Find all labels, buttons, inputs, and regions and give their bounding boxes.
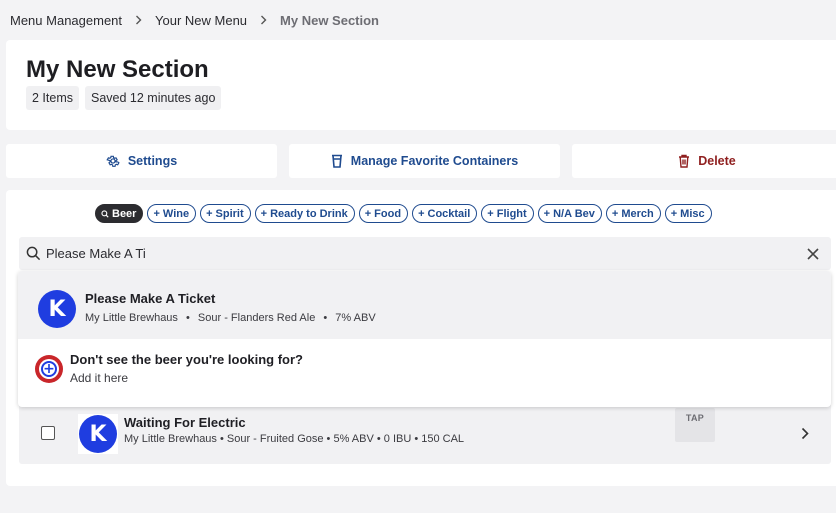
add-beer-row[interactable] <box>18 339 831 407</box>
logo-circle: K <box>79 415 117 453</box>
result-title: Please Make A Ticket <box>85 291 216 306</box>
chevron-right-icon <box>260 15 267 25</box>
chip-flight[interactable]: + Flight <box>481 204 534 223</box>
meta-row: 2 Items Saved 12 minutes ago <box>26 86 222 110</box>
tap-badge: TAP <box>675 408 715 442</box>
header-card: My New Section 2 Items Saved 12 minutes … <box>6 40 836 130</box>
chip-label: N/A Bev <box>553 207 595 220</box>
search-input[interactable] <box>46 237 786 270</box>
breadcrumb-menu-management[interactable]: Menu Management <box>10 13 122 28</box>
gear-icon <box>106 155 120 167</box>
manage-containers-button[interactable]: Manage Favorite Containers <box>289 144 560 178</box>
chip-label: Spirit <box>215 207 244 220</box>
manage-containers-label: Manage Favorite Containers <box>350 154 519 168</box>
delete-label: Delete <box>698 154 736 168</box>
chip-spirit[interactable]: + Spirit <box>200 204 251 223</box>
saved-status-badge: Saved 12 minutes ago <box>85 86 222 110</box>
result-brewery: My Little Brewhaus <box>85 312 178 324</box>
add-beer-link[interactable]: Add it here <box>70 371 128 385</box>
category-chips: Beer + Wine + Spirit + Ready to Drink + Food… <box>95 204 712 223</box>
breadcrumb: Menu Management Your New Menu My New Sec… <box>10 12 379 28</box>
chip-food[interactable]: + Food <box>358 204 409 223</box>
search-result-item[interactable]: K Please Make A Ticket My Little Brewhau… <box>18 271 831 339</box>
search-icon <box>26 246 41 261</box>
plus-icon: + <box>543 207 551 220</box>
search-results-dropdown: K Please Make A Ticket My Little Brewhau… <box>18 271 831 407</box>
plus-icon: + <box>153 207 160 220</box>
chip-na-bev[interactable]: + N/A Bev <box>537 204 602 223</box>
result-style: Sour - Flanders Red Ale <box>197 312 316 324</box>
chip-label: Flight <box>496 207 527 220</box>
plus-icon: + <box>41 361 57 377</box>
settings-button[interactable]: Settings <box>6 144 277 178</box>
add-circle-icon[interactable]: + <box>35 355 63 383</box>
breadcrumb-your-new-menu[interactable]: Your New Menu <box>155 13 247 28</box>
item-count-badge: 2 Items <box>26 86 79 110</box>
page-title: My New Section <box>26 56 209 83</box>
result-abv: 7% ABV <box>335 312 376 324</box>
plus-icon: + <box>670 207 678 220</box>
plus-icon: + <box>260 207 268 220</box>
chip-label: Ready to Drink <box>270 207 348 220</box>
separator-dot: • <box>323 312 328 324</box>
separator-dot: • <box>186 312 190 324</box>
chip-label: Misc <box>680 207 705 220</box>
close-icon[interactable] <box>807 248 819 260</box>
item-title: Waiting For Electric <box>124 415 246 430</box>
item-details: My Little Brewhaus • Sour - Fruited Gose… <box>124 433 465 445</box>
plus-icon: + <box>206 207 213 220</box>
logo-circle: K <box>38 290 76 328</box>
breadcrumb-current: My New Section <box>280 12 379 28</box>
chip-ready-to-drink[interactable]: + Ready to Drink <box>254 204 355 223</box>
plus-icon: + <box>418 207 425 220</box>
row-checkbox[interactable] <box>41 426 55 440</box>
chip-misc[interactable]: + Misc <box>664 204 712 223</box>
brewery-logo: K <box>37 289 77 329</box>
chip-wine[interactable]: + Wine <box>147 204 197 223</box>
chip-merch[interactable]: + Merch <box>605 204 661 223</box>
search-icon <box>101 209 109 218</box>
chevron-right-icon[interactable] <box>801 427 809 440</box>
chip-cocktail[interactable]: + Cocktail <box>412 204 478 223</box>
chip-beer[interactable]: Beer <box>95 204 144 223</box>
plus-icon: + <box>364 207 372 220</box>
chip-label: Cocktail <box>427 207 471 220</box>
search-box <box>19 237 831 270</box>
plus-icon: + <box>611 207 619 220</box>
brewery-logo: K <box>78 414 118 454</box>
result-details: My Little Brewhaus • Sour - Flanders Red… <box>85 312 376 324</box>
delete-button[interactable]: Delete <box>572 144 836 178</box>
add-beer-title: Don't see the beer you're looking for? <box>70 352 303 367</box>
chip-label: Wine <box>162 207 190 220</box>
chip-label: Food <box>374 207 402 220</box>
chip-label: Beer <box>112 207 137 220</box>
chip-label: Merch <box>621 207 654 220</box>
table-row[interactable]: K Waiting For Electric My Little Brewhau… <box>19 403 831 464</box>
add-icon-ring: + <box>39 359 59 379</box>
chevron-right-icon <box>135 15 142 25</box>
settings-label: Settings <box>127 154 178 168</box>
plus-icon: + <box>487 207 494 220</box>
trash-icon <box>679 154 690 168</box>
cup-icon <box>331 154 342 168</box>
